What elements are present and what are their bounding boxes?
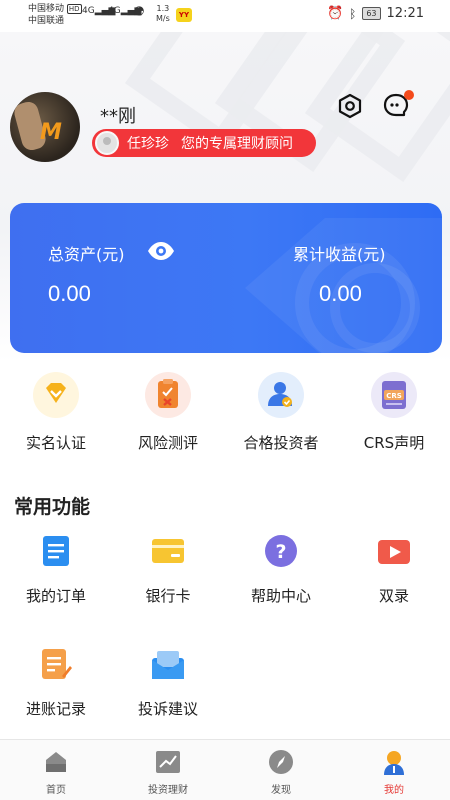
func-label: 帮助中心 xyxy=(250,587,311,605)
svg-text:?: ? xyxy=(275,541,286,563)
home-icon xyxy=(44,750,68,774)
eye-icon xyxy=(148,242,174,260)
quick-action-label: CRS声明 xyxy=(363,434,425,452)
clock: 12:21 xyxy=(386,6,424,21)
func-complaint[interactable]: 投诉建议 xyxy=(112,648,224,719)
complaint-mail-icon xyxy=(152,648,184,680)
func-label: 我的订单 xyxy=(25,587,86,605)
advisor-avatar xyxy=(95,131,119,155)
invest-chart-icon xyxy=(156,750,180,774)
net-speed: 1.3 M/s xyxy=(156,4,170,24)
func-my-orders[interactable]: 我的订单 xyxy=(0,535,112,606)
func-help-center[interactable]: ? 帮助中心 xyxy=(225,535,337,606)
alarm-icon: ⏰ xyxy=(326,6,344,21)
status-right: ⏰ ᛒ 63 12:21 xyxy=(327,6,424,21)
status-bar: 中国移动 HD 中国联通 4G▂▄▆ 4G▂▄▆ ◔ 1.3 M/s YY ⏰ … xyxy=(0,0,450,32)
common-functions-title: 常用功能 xyxy=(14,496,91,518)
svg-text:CRS: CRS xyxy=(386,392,402,400)
net-speed-value: 1.3 xyxy=(156,4,170,13)
yy-app-icon: YY xyxy=(176,8,192,22)
cumulative-income-value: 0.00 xyxy=(319,281,362,306)
signal-2-label: 4G xyxy=(108,6,121,16)
settings-hex-icon xyxy=(338,93,362,119)
quick-action-real-name[interactable]: 实名认证 xyxy=(0,372,112,453)
advisor-banner[interactable]: 任珍珍 您的专属理财顾问 xyxy=(92,129,316,157)
tab-label: 我的 xyxy=(384,785,404,796)
quick-action-investor[interactable]: 合格投资者 xyxy=(225,372,337,453)
func-label: 投诉建议 xyxy=(137,700,198,718)
func-deposit-records[interactable]: 进账记录 xyxy=(0,648,112,719)
tab-label: 投资理财 xyxy=(148,785,188,796)
quick-action-label: 实名认证 xyxy=(25,434,86,452)
cumulative-income-label: 累计收益(元) xyxy=(293,245,386,264)
settings-button[interactable] xyxy=(336,92,364,120)
tab-home[interactable]: 首页 xyxy=(0,740,112,796)
help-question-icon: ? xyxy=(265,535,297,567)
investor-user-icon xyxy=(258,372,304,418)
asset-card[interactable]: 总资产(元) 0.00 累计收益(元) 0.00 xyxy=(10,203,442,353)
carrier-info: 中国移动 HD 中国联通 xyxy=(28,3,82,27)
tab-label: 首页 xyxy=(46,785,66,796)
quick-action-label: 风险测评 xyxy=(137,434,198,452)
quick-action-crs[interactable]: CRS CRS声明 xyxy=(338,372,450,453)
tab-bar: 首页 投资理财 发现 我的 xyxy=(0,739,450,800)
bank-card-icon xyxy=(152,535,184,567)
quick-action-risk[interactable]: 风险测评 xyxy=(112,372,224,453)
battery-icon: 63 xyxy=(362,7,381,20)
func-label: 银行卡 xyxy=(145,587,191,605)
crs-document-icon: CRS xyxy=(371,372,417,418)
quick-actions: 实名认证 风险测评 合格投资者 CRS CRS声明 xyxy=(0,372,450,452)
avatar[interactable]: M xyxy=(10,92,80,162)
func-label: 进账记录 xyxy=(25,700,86,718)
func-bank-card[interactable]: 银行卡 xyxy=(112,535,224,606)
tab-invest[interactable]: 投资理财 xyxy=(112,740,224,796)
quick-action-label: 合格投资者 xyxy=(243,434,319,452)
profile-user-icon xyxy=(382,750,406,775)
advisor-name: 任珍珍 xyxy=(127,136,169,152)
wifi-icon: ◔ xyxy=(134,3,145,17)
hd-badge: HD xyxy=(66,4,82,14)
advisor-text: 您的专属理财顾问 xyxy=(181,136,293,152)
deposit-record-icon xyxy=(40,648,72,680)
tab-label: 发现 xyxy=(271,785,291,796)
carrier-1: 中国移动 xyxy=(28,4,65,14)
tab-mine[interactable]: 我的 xyxy=(338,740,450,796)
tab-discover[interactable]: 发现 xyxy=(225,740,337,796)
func-label: 双录 xyxy=(378,587,409,605)
avatar-logo: M xyxy=(40,120,62,145)
carrier-2: 中国联通 xyxy=(28,16,65,26)
video-record-icon xyxy=(378,535,410,567)
total-assets-label: 总资产(元) xyxy=(48,245,125,264)
message-button[interactable] xyxy=(382,90,414,120)
total-assets-value: 0.00 xyxy=(48,281,91,306)
diamond-shield-icon xyxy=(33,372,79,418)
message-dot xyxy=(404,90,414,100)
net-speed-unit: M/s xyxy=(156,14,170,23)
bluetooth-icon: ᛒ xyxy=(349,6,357,21)
signal-1-label: 4G xyxy=(82,6,95,16)
risk-report-icon xyxy=(145,372,191,418)
order-list-icon xyxy=(40,535,72,567)
username: **刚 xyxy=(100,106,136,127)
discover-compass-icon xyxy=(269,750,293,774)
eye-toggle-button[interactable] xyxy=(147,241,175,265)
func-dual-record[interactable]: 双录 xyxy=(338,535,450,606)
